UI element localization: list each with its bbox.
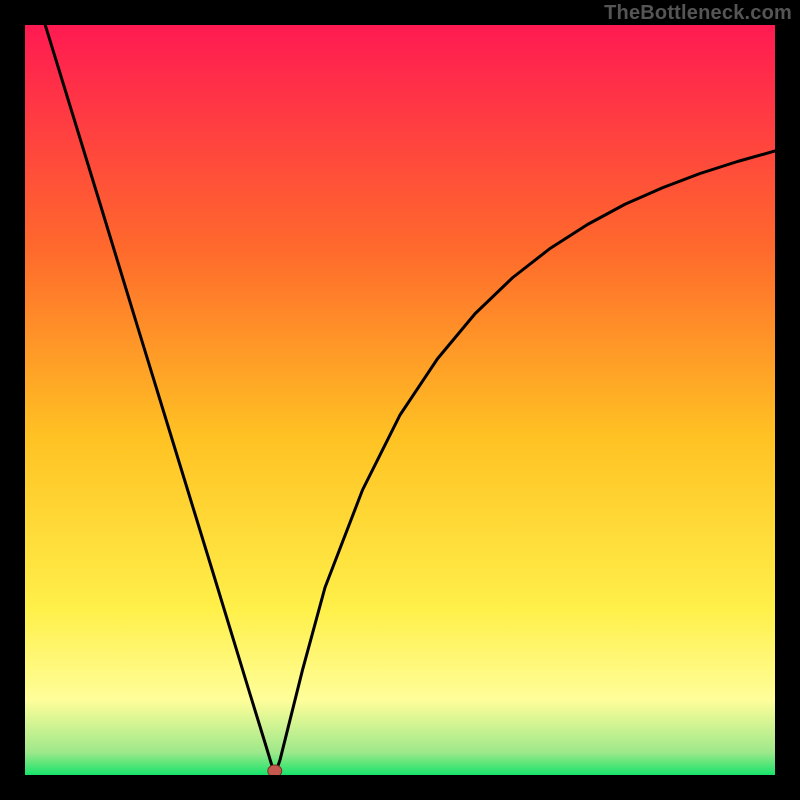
bottleneck-chart [25, 25, 775, 775]
optimum-marker [268, 765, 282, 775]
watermark-text: TheBottleneck.com [604, 2, 792, 25]
gradient-background [25, 25, 775, 775]
chart-frame: TheBottleneck.com [0, 0, 800, 800]
